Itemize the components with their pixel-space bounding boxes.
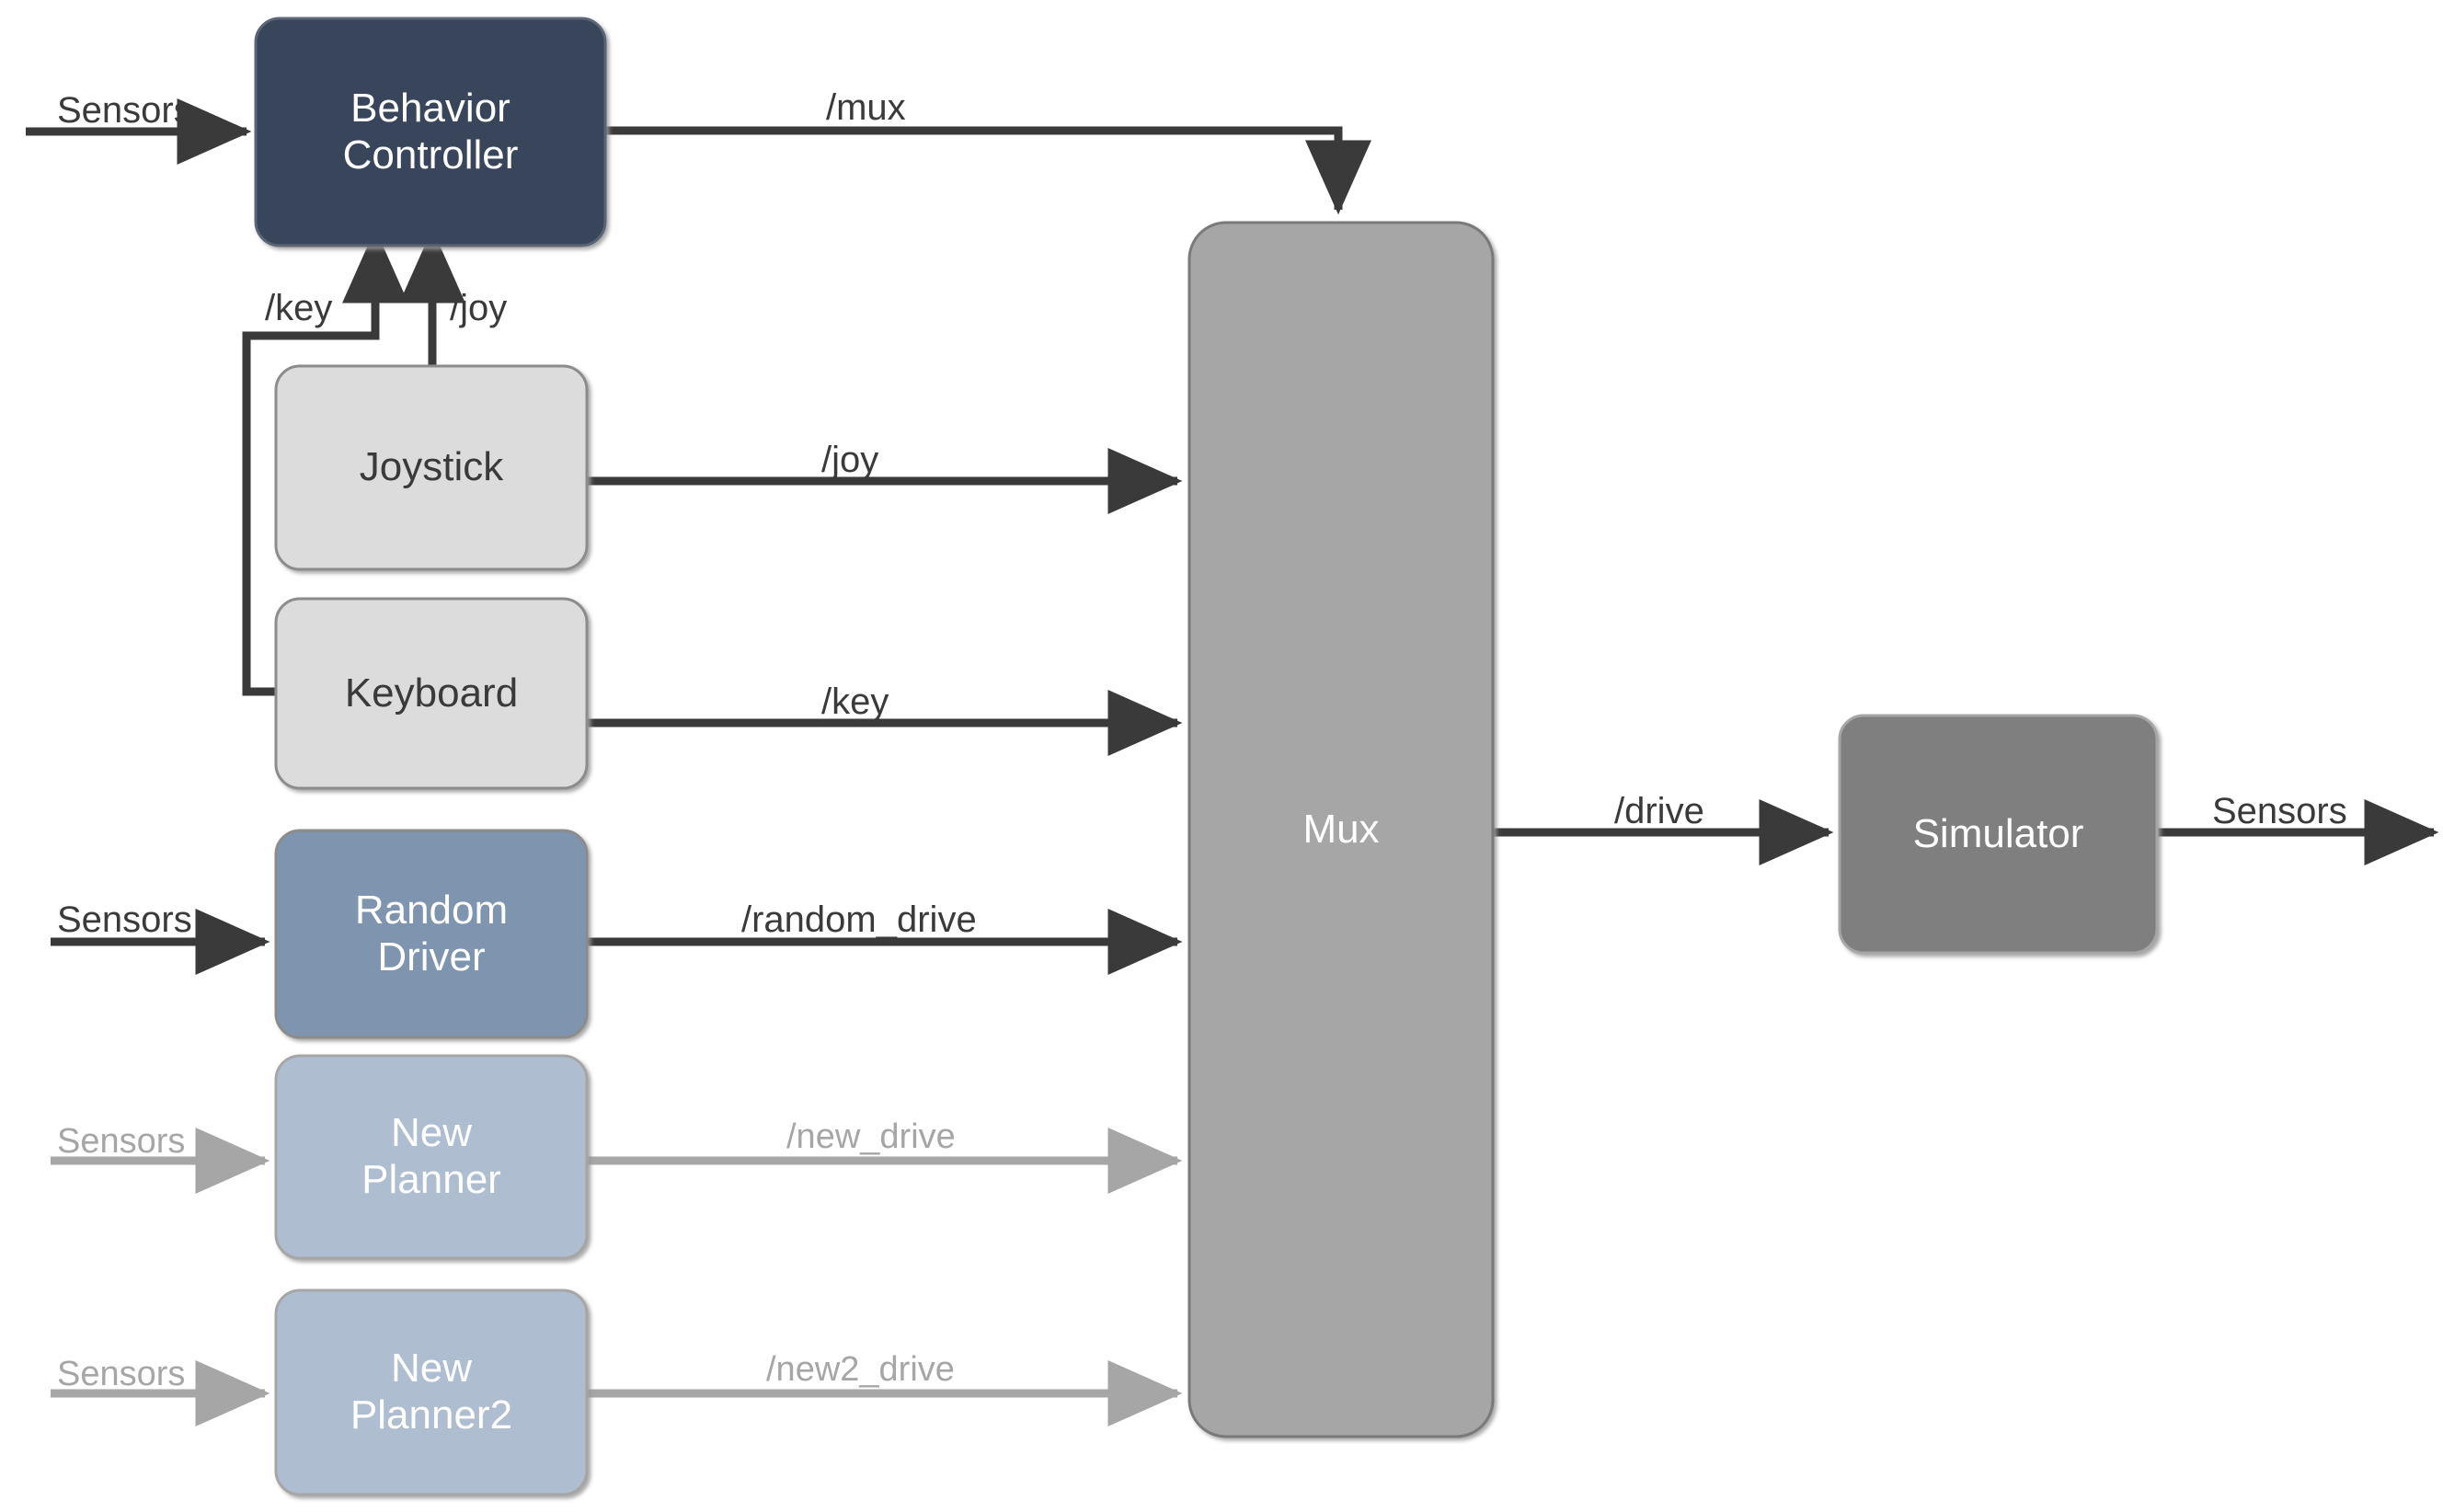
edge-label-drive: /drive <box>1614 791 1704 831</box>
edge-label-key-mux: /key <box>821 682 889 722</box>
edge-label-mux-topic: /mux <box>826 87 906 128</box>
edge-label-new-drive: /new_drive <box>786 1117 956 1156</box>
edge-label-sensors-out: Sensors <box>2212 791 2347 831</box>
node-joystick[interactable] <box>274 364 589 571</box>
node-new-planner[interactable] <box>274 1054 589 1260</box>
node-new-planner2[interactable] <box>274 1289 589 1496</box>
node-keyboard[interactable] <box>274 597 589 790</box>
edge-behavior-controller-to-mux <box>605 126 1371 215</box>
edge-label-new2-drive: /new2_drive <box>766 1350 955 1389</box>
edge-label-sensors-behavior-controller: Sensors <box>57 90 192 131</box>
edge-label-sensors-random-driver: Sensors <box>57 899 192 940</box>
node-random-driver[interactable] <box>274 829 589 1039</box>
node-mux[interactable] <box>1187 221 1495 1438</box>
edge-label-random-drive: /random_drive <box>741 899 977 940</box>
node-simulator[interactable] <box>1838 714 2159 955</box>
diagram-svg <box>26 17 2439 1496</box>
edge-label-sensors-new-planner2: Sensors <box>57 1355 186 1393</box>
edge-label-joy-up: /joy <box>450 288 508 328</box>
diagram-canvas: Behavior Controller Joystick Keyboard Ra… <box>0 0 2443 1512</box>
edge-label-key-up: /key <box>265 288 333 328</box>
edge-label-sensors-new-planner: Sensors <box>57 1122 186 1161</box>
edge-label-joy-mux: /joy <box>821 440 879 480</box>
node-behavior-controller[interactable] <box>254 17 607 247</box>
